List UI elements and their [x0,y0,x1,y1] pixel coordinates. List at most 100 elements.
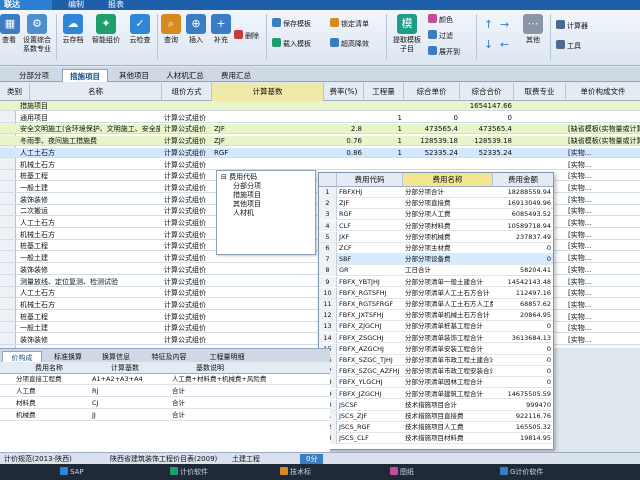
tree-item[interactable]: 分部分项 [233,182,261,191]
extract-template-button[interactable]: 模 提取模板子目 [392,14,422,62]
delete-button[interactable]: 删除 [234,30,259,42]
tree-item[interactable]: 措施项目 [233,191,261,200]
cell-spec [514,124,566,134]
list-item[interactable]: 材料费 CJ 合计 [0,398,330,409]
table-row[interactable]: 机械土石方 计算公式组价 [实物... [0,160,640,170]
tree-item[interactable]: 人材机 [233,209,254,218]
tab-fbfx[interactable]: 分部分项 [12,69,56,82]
menu-edit[interactable]: 编制 [68,0,84,10]
supplement-button[interactable]: + 补充 [210,14,232,62]
efficiency-button[interactable]: 超高降效 [330,38,369,50]
taskbar-app[interactable]: SAP [60,464,84,480]
calculator-icon [556,20,565,29]
popup-row[interactable]: 1 FBFXHJ 分部分项合计 18288559.94 [319,187,553,198]
cell-base[interactable] [212,160,324,170]
popup-row[interactable]: 11 FBFX_RGTSFRGF 分部分项清单人工土石方人工费 68857.62 [319,299,553,310]
cell-base[interactable] [212,265,324,275]
taskbar-app[interactable]: 计价软件 [170,464,208,480]
popup-cell-i: 14 [319,332,337,344]
cloud-check-button[interactable]: ✓ 云检查 [126,14,154,62]
cell-base[interactable]: ZJF [212,136,324,146]
popup-row[interactable]: 21JSCS_ZJF技术措施项目直接费922116.76 [319,411,553,422]
cell-base[interactable] [212,288,324,298]
popup-row[interactable]: 23JSCS_CLF技术措施项目材料费19814.95 [319,433,553,445]
popup-cell-code: FBFX_ZSGCHJ [339,333,384,342]
cell-base[interactable] [212,300,324,310]
popup-row[interactable]: 16FBFX_SZGC_TJHJ分部分项清单市政工程土建合计0 [319,355,553,366]
col-rate: 费率(%) [324,83,364,101]
table-row[interactable]: 措施项目 1654147.66 [0,101,640,111]
tab-material-summary[interactable]: 人材机汇总 [160,69,210,82]
tree-root[interactable]: ⊟ 费用代码 [221,173,257,182]
cell-base[interactable] [212,335,324,345]
load-template-button[interactable]: 载入模板 [272,38,311,50]
table-row[interactable]: 人工土石方 计算公式组价 RGF 0.86 1 52335.24 52335.24 [实物..… [0,147,640,158]
list-item[interactable]: 机械费 JJ 合计 [0,410,330,421]
filter-button[interactable]: 过滤 [428,30,453,42]
cell-base[interactable] [212,113,324,123]
tab-fee-summary[interactable]: 费用汇总 [214,69,258,82]
cell-name: 冬雨季、夜间施工措施费 [20,137,97,146]
popup-row[interactable]: 2 ZJF 分部分项直接费 16913049.96 [319,198,553,209]
arrow-up-icon[interactable]: ↑ [484,18,493,32]
cell-total: 1654147.66 [469,102,512,110]
cell-file: [实物... [568,254,592,263]
tab-measures[interactable]: 措施项目 [62,69,108,82]
tree-item[interactable]: 其他项目 [233,200,261,209]
table-row[interactable]: 冬雨季、夜间施工措施费 计算公式组价 ZJF 0.76 1 128539.18 128539… [0,136,640,147]
menu-report[interactable]: 报表 [108,0,124,10]
save-template-button[interactable]: 保存模板 [272,18,311,30]
popup-row[interactable]: 5 JXF 分部分项机械费 237837.49 [319,231,553,243]
calculator-button[interactable]: 计算器 [556,20,588,32]
cell-base[interactable] [212,312,324,322]
popup-cell-name: 分部分项设备费 [405,255,451,264]
popup-row[interactable]: 10 FBFX_RGTSFHJ 分部分项清单人工土石方合计 112497.16 [319,287,553,299]
table-row[interactable]: 安全文明施工(含环境保护、文明施工、安全施工、临时设施) 计算公式组价 ZJF 2.8… [0,124,640,135]
list-item[interactable]: 人工费 RJ 合计 [0,386,330,397]
popup-row[interactable]: 18FBFX_YLGCHJ分部分项清单园林工程合计0 [319,377,553,389]
popup-row[interactable]: 13 FBFX_ZJGCHJ 分部分项清单桩基工程合计 0 [319,321,553,333]
cell-name: 安全文明施工(含环境保护、文明施工、安全施工、临时设施) [20,125,160,134]
cell-file: [实物... [568,312,592,321]
tools-button[interactable]: 工具 [556,40,581,52]
other-button[interactable]: ⋯ 其他 [522,14,544,62]
taskbar-app[interactable]: 图纸 [390,464,414,480]
cloud-save-button[interactable]: ☁ 云存档 [60,14,86,62]
smart-price-button[interactable]: ✦ 智能组价 [88,14,124,62]
color-button[interactable]: 颜色 [428,14,453,26]
popup-row[interactable]: 19FBFX_JZGCHJ分部分项清单建筑工程合计14675505.59 [319,388,553,400]
popup-cell-code: JSCS_ZJF [339,412,368,420]
table-row[interactable]: 通用项目 计算公式组价 1 0 0 [0,113,640,123]
popup-row[interactable]: 4 CLF 分部分项材料费 10589718.94 [319,220,553,232]
popup-row[interactable]: 15FBFX_AZGCHJ分部分项清单安装工程合计0 [319,343,553,355]
set-coefficient-button[interactable]: ⚙ 设置综合系数专业 [20,14,54,62]
tab-other-items[interactable]: 其他项目 [112,69,156,82]
expand-to-button[interactable]: 展开到 [428,46,460,58]
cell-base[interactable]: ZJF [212,124,324,134]
cell-base[interactable] [212,101,324,111]
cell-base[interactable] [212,323,324,333]
popup-row[interactable]: 8 GR 工日合计 58204.41 [319,265,553,277]
arrow-down-icon[interactable]: ↓ [484,38,493,52]
popup-row[interactable]: 20JSCSF技术措施项目合计999470 [319,399,553,411]
taskbar-app[interactable]: 技术标 [280,464,311,480]
popup-row[interactable]: 14 FBFX_ZSGCHJ 分部分项清单装饰工程合计 3613684.13 [319,332,553,344]
arrow-right-icon[interactable]: → [500,18,509,32]
query-button[interactable]: ⌕ 查询 [160,14,182,62]
popup-row[interactable]: 3 RGF 分部分项人工费 6085493.52 [319,209,553,221]
popup-row[interactable]: 17FBFX_SZGC_AZFHJ分部分项清单市政工程安装合计0 [319,366,553,377]
popup-row[interactable]: 9 FBFX_YBTJHJ 分部分项清单一般土建合计 14542143.48 [319,276,553,288]
lock-list-button[interactable]: 锁定清单 [330,18,369,30]
view-button[interactable]: ▦ 查看 [0,14,20,62]
popup-row[interactable]: 12 FBFX_JXTSFHJ 分部分项清单机械土石方合计 20864.95 [319,310,553,321]
cell-method: 计算公式组价 [164,289,206,298]
popup-row[interactable]: 22JSCS_RGF技术措施项目人工费165505.32 [319,422,553,433]
cell-base[interactable]: RGF [212,148,324,158]
list-item[interactable]: 分项直接工程费 A1+A2+A3+A4 人工费+材料费+机械费+风险费 [0,374,330,385]
popup-row[interactable]: 7 SBF 分部分项设备费 0 [319,254,553,265]
arrow-left-icon[interactable]: ← [500,38,509,52]
taskbar-app[interactable]: G计价软件 [500,464,543,480]
insert-button[interactable]: ⊕ 插入 [185,14,207,62]
popup-row[interactable]: 6 ZCF 分部分项主材费 0 [319,243,553,254]
cell-base[interactable] [212,277,324,287]
